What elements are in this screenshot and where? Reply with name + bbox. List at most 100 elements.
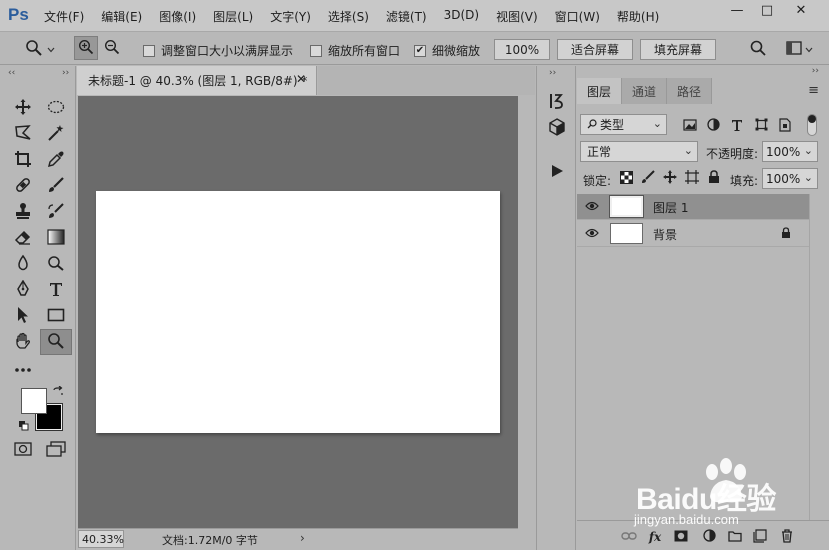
close-document-icon[interactable]: ✕: [296, 72, 306, 86]
pasteboard[interactable]: [78, 96, 518, 528]
lock-transparent-pixels-icon[interactable]: [620, 171, 634, 185]
zoom-all-windows-option[interactable]: 缩放所有窗口: [310, 42, 400, 59]
filter-pixel-button[interactable]: [681, 118, 699, 134]
swap-colors-icon[interactable]: [52, 385, 64, 401]
clone-stamp-tool[interactable]: [9, 200, 37, 224]
layer-thumbnail[interactable]: [609, 195, 644, 218]
filter-type-button[interactable]: [728, 118, 746, 134]
layer-name[interactable]: 背景: [653, 226, 677, 243]
tab-layers[interactable]: 图层: [577, 78, 623, 104]
menu-edit[interactable]: 编辑(E): [101, 8, 142, 25]
filter-adjustment-button[interactable]: [704, 118, 722, 134]
magic-wand-tool[interactable]: [42, 122, 70, 146]
expand-toolbox-icon[interactable]: ››: [62, 68, 69, 78]
search-button[interactable]: [748, 40, 768, 58]
add-mask-button[interactable]: [673, 529, 689, 545]
history-panel-button[interactable]: [545, 90, 569, 114]
new-group-button[interactable]: [727, 529, 743, 545]
eyedropper-tool[interactable]: [42, 148, 70, 172]
tab-paths[interactable]: 路径: [667, 78, 713, 104]
quick-mask-button[interactable]: [9, 438, 37, 462]
eye-icon[interactable]: [585, 227, 599, 241]
elliptical-marquee-tool[interactable]: [42, 96, 70, 120]
menu-help[interactable]: 帮助(H): [617, 8, 659, 25]
workspace-switcher[interactable]: [784, 40, 814, 58]
adjustment-layer-button[interactable]: [701, 529, 717, 545]
lock-artboard-icon[interactable]: [685, 170, 699, 187]
document-tab[interactable]: 未标题-1 @ 40.3% (图层 1, RGB/8#) * ✕: [77, 66, 317, 95]
layer-filter-kind[interactable]: 类型 ⌄: [580, 114, 667, 135]
lock-all-icon[interactable]: [708, 170, 720, 187]
type-tool[interactable]: [42, 278, 70, 302]
zoom-100-button[interactable]: 100%: [494, 39, 550, 60]
resize-windows-checkbox[interactable]: [143, 44, 155, 57]
fit-screen-button[interactable]: 适合屏幕: [557, 39, 633, 60]
gradient-tool[interactable]: [42, 226, 70, 250]
healing-brush-tool[interactable]: [9, 174, 37, 198]
move-tool[interactable]: [9, 96, 37, 120]
filter-smart-object-button[interactable]: [776, 117, 794, 134]
resize-windows-option[interactable]: 调整窗口大小以满屏显示: [143, 42, 293, 59]
minimize-button[interactable]: —: [722, 0, 752, 20]
close-window-button[interactable]: ✕: [786, 0, 816, 20]
document-scrollbar[interactable]: [518, 96, 535, 528]
status-menu-arrow[interactable]: ›: [300, 531, 305, 545]
menu-file[interactable]: 文件(F): [44, 8, 84, 25]
hand-tool[interactable]: [9, 330, 37, 354]
menu-image[interactable]: 图像(I): [159, 8, 196, 25]
crop-tool[interactable]: [9, 148, 37, 172]
polygonal-lasso-tool[interactable]: [9, 122, 37, 146]
zoom-all-windows-checkbox[interactable]: [310, 44, 322, 57]
fill-field[interactable]: 100% ⌄: [762, 168, 818, 189]
lock-position-icon[interactable]: [663, 170, 677, 187]
path-selection-tool[interactable]: [9, 304, 37, 328]
screen-mode-button[interactable]: [42, 438, 70, 462]
zoom-in-button[interactable]: [74, 36, 98, 60]
pen-tool[interactable]: [9, 278, 37, 302]
collapse-dock-icon[interactable]: ››: [549, 68, 556, 78]
collapse-panels-icon[interactable]: ››: [812, 66, 819, 76]
zoom-level-field[interactable]: 40.33%: [78, 530, 124, 548]
collapse-toolbox-icon[interactable]: ‹‹: [8, 68, 15, 78]
tool-preset-picker[interactable]: [22, 39, 58, 58]
layers-scrollbar[interactable]: [809, 194, 829, 520]
panel-menu-icon[interactable]: ≡: [808, 83, 819, 98]
rectangle-tool[interactable]: [42, 304, 70, 328]
actions-panel-button[interactable]: [545, 160, 569, 184]
tab-channels[interactable]: 通道: [622, 78, 668, 104]
scrubby-zoom-option[interactable]: ✔ 细微缩放: [414, 42, 480, 59]
history-brush-tool[interactable]: [42, 200, 70, 224]
menu-window[interactable]: 窗口(W): [555, 8, 600, 25]
document-canvas[interactable]: [96, 191, 500, 433]
maximize-button[interactable]: □: [752, 0, 782, 20]
layer-thumbnail[interactable]: [610, 223, 643, 244]
new-layer-button[interactable]: [752, 528, 768, 545]
3d-panel-button[interactable]: [545, 116, 569, 140]
dodge-tool[interactable]: [42, 252, 70, 276]
menu-3d[interactable]: 3D(D): [444, 8, 479, 25]
zoom-out-button[interactable]: [100, 36, 124, 60]
foreground-color-swatch[interactable]: [21, 388, 47, 414]
link-layers-button[interactable]: [621, 529, 637, 545]
layer-row[interactable]: 背景: [577, 221, 809, 247]
menu-filter[interactable]: 滤镜(T): [386, 8, 427, 25]
layer-name[interactable]: 图层 1: [653, 199, 688, 216]
menu-view[interactable]: 视图(V): [496, 8, 538, 25]
filter-toggle-switch[interactable]: [807, 114, 817, 136]
menu-layer[interactable]: 图层(L): [213, 8, 253, 25]
zoom-tool[interactable]: [40, 329, 72, 355]
eraser-tool[interactable]: [9, 226, 37, 250]
layer-style-button[interactable]: fx: [647, 529, 663, 545]
blur-tool[interactable]: [9, 252, 37, 276]
edit-toolbar-button[interactable]: [9, 357, 37, 381]
menu-type[interactable]: 文字(Y): [270, 8, 311, 25]
opacity-field[interactable]: 100% ⌄: [762, 141, 818, 162]
lock-image-pixels-icon[interactable]: [641, 170, 655, 187]
scrubby-zoom-checkbox[interactable]: ✔: [414, 44, 426, 57]
delete-layer-button[interactable]: [779, 528, 795, 545]
filter-shape-button[interactable]: [752, 118, 770, 134]
menu-select[interactable]: 选择(S): [328, 8, 369, 25]
eye-icon[interactable]: [585, 200, 599, 214]
fill-screen-button[interactable]: 填充屏幕: [640, 39, 716, 60]
brush-tool[interactable]: [42, 174, 70, 198]
